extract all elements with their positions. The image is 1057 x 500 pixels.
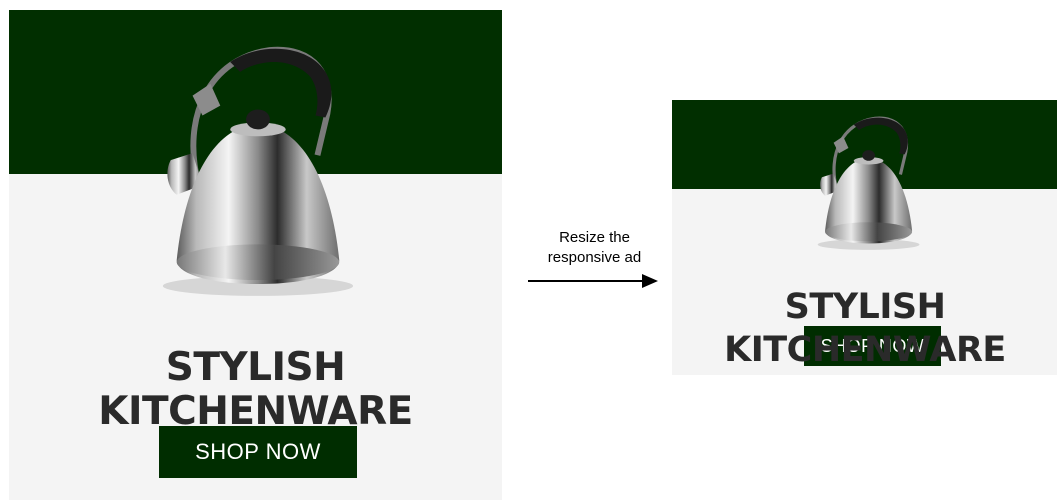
shop-now-button[interactable]: SHOP NOW [159, 426, 357, 478]
ad-small-headline-line-2: KITCHENWARE [724, 330, 1006, 370]
kettle-image [806, 110, 928, 255]
arrow-right-icon [528, 274, 658, 288]
annotation-line-2: responsive ad [547, 249, 642, 266]
ad-large-headline: STYLISH KITCHENWARE [98, 345, 413, 434]
annotation-line-1: Resize the [559, 229, 630, 246]
ad-small-headline: STYLISH KITCHENWARE [672, 286, 1057, 372]
resize-annotation: Resize the responsive ad [522, 228, 667, 268]
ad-small: SHOP NOW STYLISH KITCHENWARE [672, 100, 1057, 375]
kettle-image [141, 36, 369, 304]
ad-large: STYLISH KITCHENWARE SHOP NOW [9, 10, 502, 500]
ad-small-headline-line-1: STYLISH [784, 287, 946, 327]
